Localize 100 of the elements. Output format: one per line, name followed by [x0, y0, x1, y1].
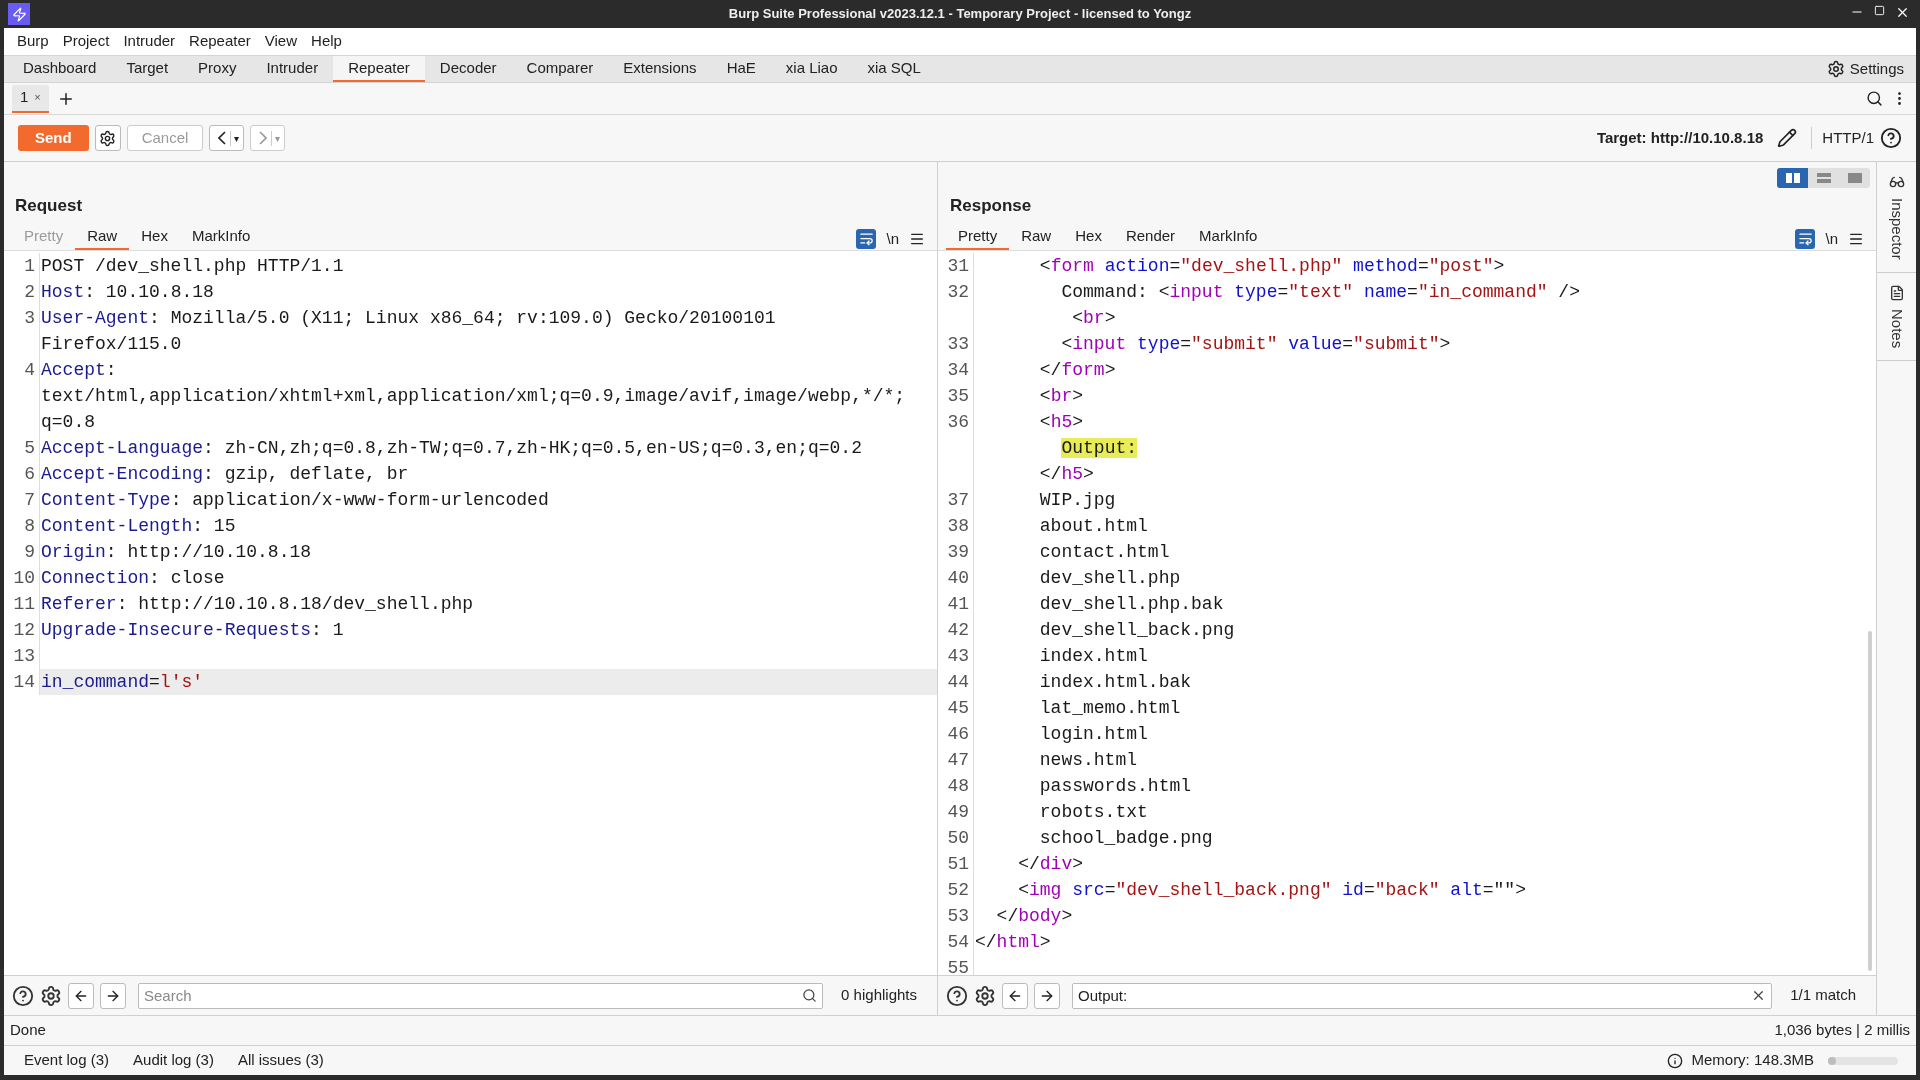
protocol-label[interactable]: HTTP/1 [1811, 126, 1874, 150]
code-line: passwords.html [1038, 775, 1192, 798]
code-line: Connection: close [40, 567, 225, 590]
next-button[interactable] [100, 982, 126, 1009]
wrap-icon[interactable] [856, 228, 877, 249]
tool-tab[interactable]: Decoder [424, 56, 512, 82]
document-icon [1888, 284, 1905, 301]
response-stats: 1,036 bytes | 2 millis [1774, 1020, 1910, 1041]
help-icon[interactable] [946, 984, 968, 1007]
code-line: </form> [1038, 359, 1116, 382]
view-tab[interactable]: MarkInfo [179, 224, 263, 250]
line-number: 6 [24, 464, 35, 484]
line-number: 39 [947, 542, 969, 562]
code-line: about.html [1038, 515, 1148, 538]
tool-tab[interactable]: Intruder [251, 56, 334, 82]
tool-tab[interactable]: xia Liao [770, 56, 853, 82]
view-tab[interactable]: MarkInfo [1187, 224, 1270, 250]
view-tab[interactable]: Render [1113, 224, 1188, 250]
help-icon[interactable] [12, 984, 34, 1007]
code-line: Origin: http://10.10.8.18 [40, 541, 312, 564]
tool-tab[interactable]: Repeater [333, 56, 425, 82]
status-text: Done [10, 1020, 46, 1041]
log-tab[interactable]: All issues (3) [225, 1049, 336, 1072]
settings-button[interactable] [94, 125, 121, 151]
settings-icon[interactable] [40, 984, 62, 1007]
line-number: 55 [947, 958, 969, 975]
target-label: Target: http://10.10.8.18 [1596, 127, 1764, 148]
line-number: 51 [947, 854, 969, 874]
tool-tab[interactable]: HaE [711, 56, 771, 82]
code-line: in_command=l's' [40, 671, 204, 694]
line-number: 36 [947, 412, 969, 432]
code-line: </h5> [1038, 463, 1094, 486]
tool-tab[interactable]: Comparer [511, 56, 609, 82]
previous-button[interactable] [68, 982, 94, 1009]
line-number: 32 [947, 282, 969, 302]
tool-tab[interactable]: Proxy [183, 56, 252, 82]
previous-button[interactable] [1002, 982, 1028, 1009]
tool-tab[interactable]: Dashboard [8, 56, 112, 82]
log-tab[interactable]: Event log (3) [12, 1049, 122, 1072]
line-number: 54 [947, 932, 969, 952]
line-number: 33 [947, 334, 969, 354]
code-line: <input type="submit" value="submit"> [1060, 333, 1451, 356]
code-line: login.html [1038, 723, 1148, 746]
tool-tab[interactable]: xia SQL [852, 56, 936, 82]
menu-item[interactable]: Repeater [182, 30, 258, 53]
menu-item[interactable]: View [257, 30, 305, 53]
code-line: dev_shell_back.png [1038, 619, 1235, 642]
code-line: Referer: http://10.10.8.18/dev_shell.php [40, 593, 474, 616]
columns-icon [1785, 173, 1800, 183]
side-panel-tab[interactable]: Notes [1877, 272, 1916, 361]
log-tab[interactable]: Audit log (3) [121, 1049, 226, 1072]
menu-item[interactable]: Help [304, 30, 349, 53]
menu-item[interactable]: Burp [10, 30, 56, 53]
line-number: 37 [947, 490, 969, 510]
code-line: news.html [1038, 749, 1138, 772]
line-number: 52 [947, 880, 969, 900]
code-line: Content-Type: application/x-www-form-urlencoded [40, 489, 549, 512]
line-number: 11 [13, 594, 35, 614]
code-line: Accept-Encoding: gzip, deflate, br [40, 463, 409, 486]
view-tab[interactable]: Hex [1063, 224, 1114, 250]
line-number: 38 [947, 516, 969, 536]
next-button[interactable] [1034, 982, 1060, 1009]
tool-tab[interactable]: Extensions [608, 56, 712, 82]
wrap-icon[interactable] [1795, 228, 1816, 249]
panel-title: Response [949, 194, 1033, 217]
tool-tab[interactable]: Target [111, 56, 184, 82]
gear-icon [1826, 60, 1845, 78]
newline-toggle[interactable]: \n [886, 227, 899, 250]
newline-toggle[interactable]: \n [1825, 227, 1838, 250]
code-line: Accept-Language: zh-CN,zh;q=0.8,zh-TW;q=0.7,zh-HK;q=0.5,en-US;q=0.3,en;q=0.2 [40, 437, 862, 460]
search-field[interactable]: Output: [1072, 982, 1773, 1009]
code-line: </div> [1017, 853, 1084, 876]
line-number: 10 [13, 568, 35, 588]
menu-item[interactable]: Project [55, 30, 117, 53]
code-line: Upgrade-Insecure-Requests: 1 [40, 619, 344, 642]
settings-button[interactable]: Settings [1826, 56, 1912, 82]
request-tab[interactable]: 1 × [12, 84, 49, 113]
close-icon[interactable] [1895, 5, 1910, 20]
code-line: <br> [1038, 385, 1084, 408]
code-line: index.html.bak [1038, 671, 1192, 694]
search-icon[interactable] [802, 987, 818, 1003]
settings-icon[interactable] [974, 984, 996, 1007]
code-line: lat_memo.html [1038, 697, 1181, 720]
history-button[interactable]: ▾ [209, 125, 245, 151]
scrollbar[interactable] [1868, 631, 1872, 971]
menu-item[interactable]: Intruder [116, 30, 183, 53]
view-tab[interactable]: Hex [129, 224, 180, 250]
layout-button[interactable] [1777, 168, 1808, 188]
help-icon[interactable] [1880, 127, 1902, 149]
side-panel-tab[interactable]: Inspector [1877, 162, 1916, 273]
maximize-icon[interactable] [1874, 5, 1885, 16]
view-tab[interactable]: Raw [1009, 224, 1064, 250]
edit-icon[interactable] [1777, 128, 1798, 148]
line-number: 43 [947, 646, 969, 666]
search-field[interactable]: Search [138, 982, 824, 1009]
close-tab-icon[interactable]: × [34, 89, 41, 106]
code-line: school_badge.png [1038, 827, 1213, 850]
code-line: index.html [1038, 645, 1148, 668]
line-number: 40 [947, 568, 969, 588]
search-icon[interactable] [1866, 90, 1883, 107]
